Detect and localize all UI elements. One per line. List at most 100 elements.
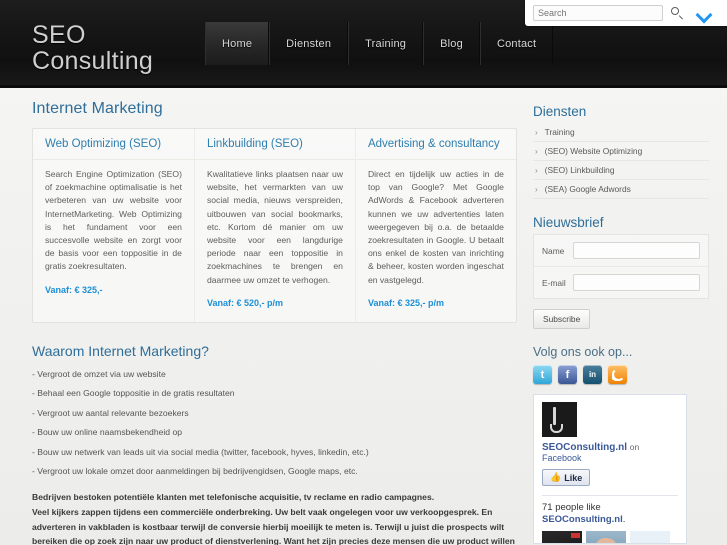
- nav-item-home[interactable]: Home: [205, 22, 270, 65]
- facebook-friend-faces: [542, 531, 678, 543]
- search-bar: [525, 0, 727, 26]
- nav-item-diensten[interactable]: Diensten: [269, 22, 349, 65]
- facebook-like-box: SEOConsulting.nl on Facebook 👍 Like 71 p…: [533, 394, 687, 544]
- search-input-wrapper[interactable]: [533, 5, 663, 21]
- nav-label: Training: [365, 37, 407, 50]
- sidebar-item-google-adwords[interactable]: › (SEA) Google Adwords: [533, 180, 709, 199]
- main-navigation: Home Diensten Training Blog Contact: [205, 22, 554, 65]
- email-label: E-mail: [542, 277, 566, 288]
- list-item: - Vergroot uw aantal relevante bezoekers: [32, 407, 189, 418]
- facebook-icon[interactable]: f: [558, 365, 577, 384]
- twitter-icon[interactable]: t: [533, 365, 552, 384]
- facebook-page-name[interactable]: SEOConsulting.nl on: [542, 442, 678, 453]
- sidebar-diensten-list: › Training › (SEO) Website Optimizing › …: [533, 123, 709, 199]
- email-field[interactable]: [573, 274, 700, 291]
- service-cards: Web Optimizing (SEO) Search Engine Optim…: [32, 128, 517, 323]
- sidebar-item-label: (SEA) Google Adwords: [544, 184, 631, 194]
- card-title: Web Optimizing (SEO): [45, 138, 162, 150]
- sidebar-item-label: Training: [544, 127, 575, 137]
- fb-page-title: SEOConsulting.nl: [542, 442, 627, 453]
- nav-item-contact[interactable]: Contact: [479, 22, 554, 65]
- chevron-right-icon: ›: [535, 127, 538, 137]
- nav-item-blog[interactable]: Blog: [423, 22, 480, 65]
- facebook-like-button[interactable]: 👍 Like: [542, 469, 591, 486]
- rss-icon[interactable]: [608, 365, 627, 384]
- linkedin-glyph: in: [588, 370, 597, 379]
- nav-label: Diensten: [286, 37, 332, 50]
- like-label: Like: [564, 472, 583, 483]
- fb-on-word: on: [629, 442, 640, 452]
- sidebar-item-website-optimizing[interactable]: › (SEO) Website Optimizing: [533, 142, 709, 161]
- service-card-linkbuilding: Linkbuilding (SEO) Kwalitatieve links pl…: [193, 129, 355, 322]
- sidebar-item-label: (SEO) Linkbuilding: [544, 165, 615, 175]
- waarom-heading: Waarom Internet Marketing?: [32, 342, 209, 359]
- name-label: Name: [542, 245, 565, 256]
- avatar[interactable]: [586, 531, 626, 543]
- name-field[interactable]: [573, 242, 700, 259]
- count-suffix: .: [622, 514, 626, 525]
- sidebar-heading-diensten: Diensten: [533, 104, 587, 119]
- subscribe-button[interactable]: Subscribe: [533, 309, 591, 329]
- main-content: Internet Marketing Web Optimizing (SEO) …: [32, 100, 517, 545]
- search-input[interactable]: [538, 8, 658, 18]
- sidebar-item-linkbuilding[interactable]: › (SEO) Linkbuilding: [533, 161, 709, 180]
- divider: [542, 495, 678, 496]
- list-item: - Bouw uw netwerk van leads uit via soci…: [32, 446, 369, 457]
- nav-label: Blog: [440, 37, 463, 50]
- count-prefix: 71 people like: [542, 502, 601, 513]
- rss-arc-outer: [612, 368, 625, 381]
- list-item: - Bouw uw online naamsbekendheid op: [32, 427, 183, 438]
- card-price: Vanaf: € 325,- p/m: [367, 297, 444, 308]
- sidebar-item-training[interactable]: › Training: [533, 123, 709, 142]
- card-price: Vanaf: € 325,-: [45, 284, 103, 295]
- paragraph-1: Bedrijven bestoken potentiële klanten me…: [32, 492, 435, 503]
- facebook-glyph: f: [565, 368, 570, 381]
- card-title: Linkbuilding (SEO): [206, 138, 303, 150]
- chevron-down-icon[interactable]: [697, 6, 711, 20]
- chevron-right-icon: ›: [535, 146, 538, 156]
- thumbs-up-icon: 👍: [550, 472, 562, 482]
- twitter-glyph: t: [540, 368, 545, 381]
- nav-label: Contact: [496, 37, 537, 50]
- card-body: Direct en tijdelijk uw acties in de top …: [367, 169, 504, 285]
- count-page-name: SEOConsulting.nl: [542, 514, 623, 525]
- paragraph-2: Veel kijkers zappen tijdens een commerci…: [32, 506, 515, 545]
- avatar[interactable]: [542, 531, 582, 543]
- linkedin-icon[interactable]: in: [583, 365, 602, 384]
- page-title: Internet Marketing: [32, 100, 163, 117]
- newsletter-name-row: Name: [534, 235, 708, 266]
- newsletter-email-row: E-mail: [534, 266, 708, 298]
- sidebar: Diensten › Training › (SEO) Website Opti…: [533, 104, 709, 544]
- body-copy: Bedrijven bestoken potentiële klanten me…: [32, 490, 517, 545]
- page-root: SEO Consulting Home Diensten Training Bl…: [0, 0, 727, 545]
- list-item: - Behaal een Google toppositie in de gra…: [32, 388, 235, 399]
- chevron-right-icon: ›: [535, 184, 538, 194]
- site-logo[interactable]: SEO Consulting: [32, 22, 153, 74]
- service-card-advertising: Advertising & consultancy Direct en tijd…: [354, 129, 516, 322]
- facebook-like-count: 71 people like SEOConsulting.nl.: [542, 502, 678, 526]
- card-body: Kwalitatieve links plaatsen naar uw webs…: [206, 169, 343, 285]
- sidebar-heading-nieuwsbrief: Nieuwsbrief: [533, 215, 604, 230]
- list-item: - Vergroot de omzet via uw website: [32, 368, 166, 379]
- card-price: Vanaf: € 520,- p/m: [206, 297, 283, 308]
- facebook-network-name: Facebook: [542, 453, 582, 463]
- nav-label: Home: [222, 37, 253, 50]
- sidebar-heading-social: Volg ons ook op...: [533, 345, 633, 359]
- avatar[interactable]: [630, 531, 670, 543]
- card-divider: [33, 159, 194, 160]
- card-body: Search Engine Optimization (SEO) of zoek…: [45, 169, 182, 272]
- service-card-web-optimizing: Web Optimizing (SEO) Search Engine Optim…: [33, 129, 194, 322]
- sidebar-item-label: (SEO) Website Optimizing: [544, 146, 643, 156]
- chevron-right-icon: ›: [535, 165, 538, 175]
- newsletter-form: Name E-mail: [533, 234, 709, 299]
- card-title: Advertising & consultancy: [367, 138, 500, 150]
- search-icon[interactable]: [669, 5, 685, 21]
- logo-line-1: SEO: [32, 21, 86, 49]
- card-divider: [194, 159, 355, 160]
- list-item: - Vergroot uw lokale omzet door aanmeldi…: [32, 466, 358, 477]
- card-divider: [355, 159, 516, 160]
- nav-item-training[interactable]: Training: [348, 22, 424, 65]
- benefits-list: - Vergroot de omzet via uw website - Beh…: [32, 368, 517, 477]
- logo-line-2: Consulting: [32, 47, 154, 75]
- social-links: t f in: [533, 365, 709, 384]
